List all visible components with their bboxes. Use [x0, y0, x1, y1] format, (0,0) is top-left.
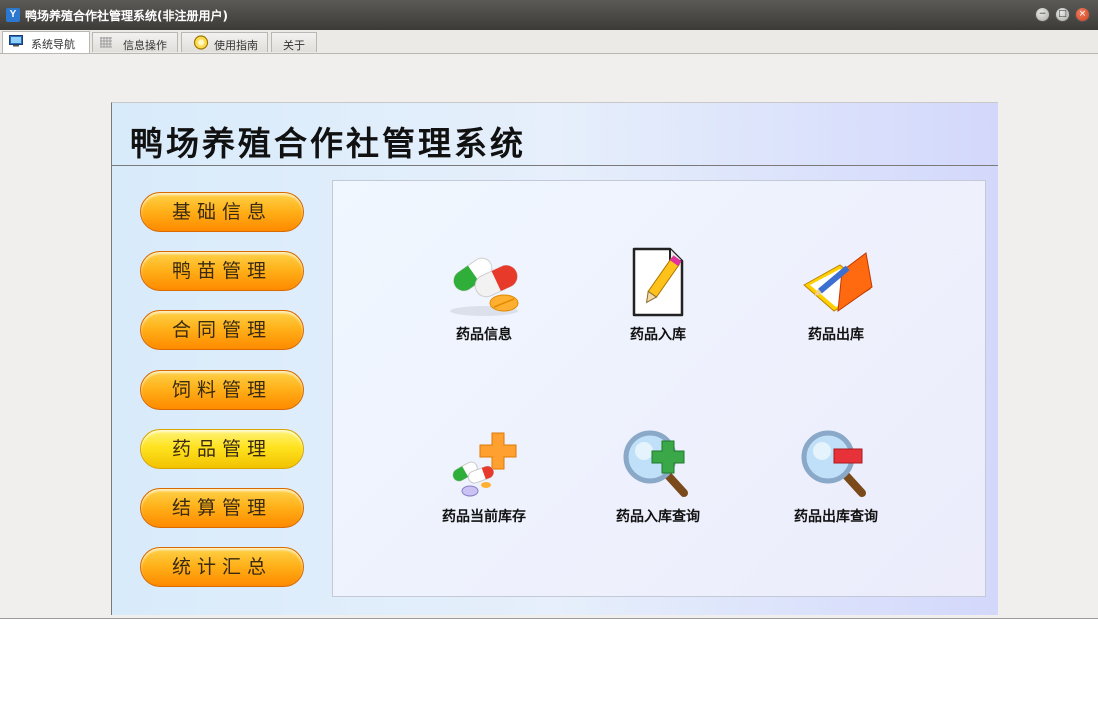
tab-label: 信息操作 [123, 39, 167, 52]
folder-edit-icon [803, 252, 873, 313]
maximize-icon: □ [1058, 9, 1067, 19]
tab-bar: 系统导航 信息操作 使用指南 关于 [0, 30, 1098, 54]
menu-button-label: 药品管理 [171, 438, 272, 460]
tab-about[interactable]: 关于 [271, 32, 317, 52]
medicine-stock-in-item[interactable]: 药品入库 [583, 245, 733, 365]
function-area: 药品信息 药品入库 药品出库 药品当前库存 药品入库查询 药品出库查询 [332, 180, 986, 597]
close-icon: × [1078, 9, 1087, 19]
system-title: 鸭场养殖合作社管理系统 [130, 124, 526, 163]
grid-icon [100, 37, 112, 48]
minimize-icon: − [1038, 9, 1047, 19]
navigation-panel: 鸭场养殖合作社管理系统 基础信息 鸭苗管理 合同管理 饲料管理 药品管理 结算管… [111, 102, 998, 615]
menu-button-label: 统计汇总 [171, 556, 272, 578]
medicine-stock-out-query-item[interactable]: 药品出库查询 [761, 427, 911, 547]
pills-icon [450, 257, 519, 316]
menu-button-label: 饲料管理 [171, 379, 272, 401]
medicine-stock-out-item[interactable]: 药品出库 [761, 245, 911, 365]
menu-button-label: 鸭苗管理 [171, 260, 272, 282]
document-edit-icon [632, 247, 684, 317]
tab-label: 使用指南 [214, 39, 258, 52]
medicine-current-stock-item[interactable]: 药品当前库存 [409, 427, 559, 547]
medicine-plus-icon [452, 432, 517, 497]
menu-settlement-button[interactable]: 结算管理 [140, 488, 304, 528]
function-label: 药品出库 [808, 327, 864, 343]
medicine-info-item[interactable]: 药品信息 [409, 245, 559, 365]
monitor-icon [9, 35, 23, 47]
menu-button-label: 结算管理 [171, 497, 272, 519]
tab-label: 关于 [283, 39, 305, 52]
menu-feed-button[interactable]: 饲料管理 [140, 370, 304, 410]
tab-user-guide[interactable]: 使用指南 [181, 32, 268, 52]
app-icon: Y [6, 8, 20, 22]
close-button[interactable]: × [1075, 7, 1090, 22]
function-label: 药品当前库存 [442, 509, 526, 525]
menu-button-label: 合同管理 [171, 319, 272, 341]
panel-header: 鸭场养殖合作社管理系统 [112, 103, 998, 166]
function-label: 药品入库 [630, 327, 686, 343]
menu-basic-info-button[interactable]: 基础信息 [140, 192, 304, 232]
magnifier-plus-icon [623, 430, 688, 497]
menu-duckling-button[interactable]: 鸭苗管理 [140, 251, 304, 291]
tab-system-navigation[interactable]: 系统导航 [2, 31, 90, 53]
title-bar[interactable]: Y 鸭场养殖合作社管理系统(非注册用户) − □ × [0, 0, 1098, 30]
magnifier-minus-icon [801, 430, 866, 497]
help-icon [193, 35, 209, 50]
medicine-stock-in-query-item[interactable]: 药品入库查询 [583, 427, 733, 547]
menu-medicine-button[interactable]: 药品管理 [140, 429, 304, 469]
tab-info-operation[interactable]: 信息操作 [92, 32, 178, 52]
menu-statistics-button[interactable]: 统计汇总 [140, 547, 304, 587]
app-window: Y 鸭场养殖合作社管理系统(非注册用户) − □ × 系统导航 信息操作 使用指… [0, 0, 1098, 619]
function-label: 药品入库查询 [616, 509, 700, 525]
window-title: 鸭场养殖合作社管理系统(非注册用户) [25, 9, 228, 23]
menu-button-label: 基础信息 [171, 201, 272, 223]
function-label: 药品出库查询 [794, 509, 878, 525]
function-label: 药品信息 [456, 327, 512, 343]
minimize-button[interactable]: − [1035, 7, 1050, 22]
maximize-button[interactable]: □ [1055, 7, 1070, 22]
menu-contract-button[interactable]: 合同管理 [140, 310, 304, 350]
tab-label: 系统导航 [31, 38, 75, 51]
